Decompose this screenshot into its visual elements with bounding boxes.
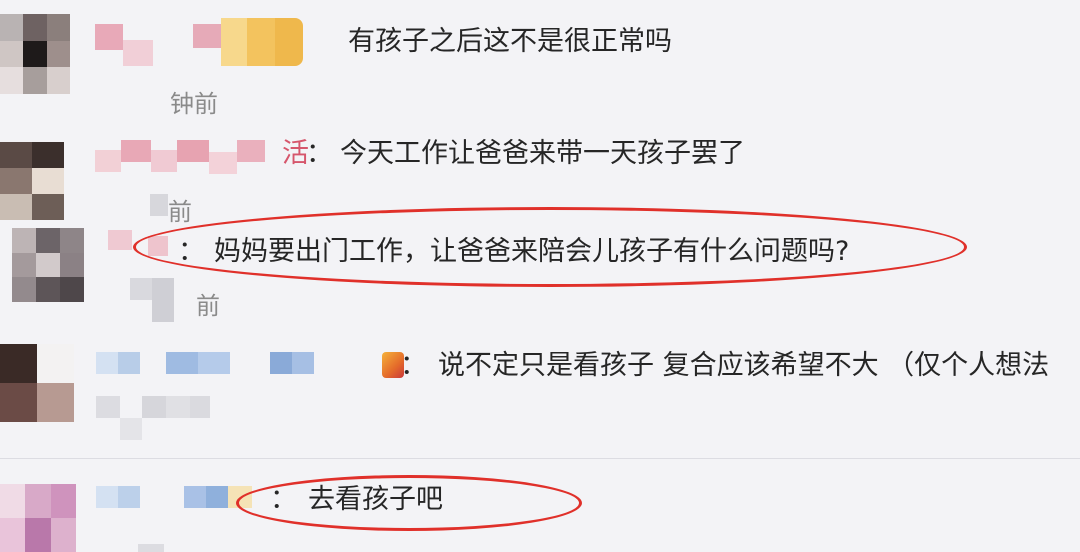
avatar[interactable]: [0, 344, 74, 422]
username[interactable]: [95, 18, 303, 66]
timestamp-blur: [130, 278, 174, 322]
comment-2: 活 ： 今天工作让爸爸来带一天孩子罢了 前: [0, 120, 1080, 226]
comment-1: 有孩子之后这不是很正常吗 钟前: [0, 0, 1080, 120]
username[interactable]: [96, 352, 314, 374]
comment-text: 有孩子之后这不是很正常吗: [348, 26, 672, 57]
comment-5: ： 去看孩子吧: [0, 460, 1080, 552]
timestamp-blur: [96, 396, 210, 440]
comment-3: ： 妈妈要出门工作，让爸爸来陪会儿孩子有什么问题吗? 前: [0, 220, 1080, 330]
timestamp-blur: [138, 544, 164, 552]
separator: ：: [178, 236, 205, 267]
comment-text: 说不定只是看孩子 复合应该希望不大 （仅个人想法: [438, 350, 1050, 381]
avatar[interactable]: [0, 484, 76, 552]
timestamp: 钟前: [170, 90, 218, 118]
username-visible[interactable]: 活: [282, 136, 309, 172]
comment-text: 去看孩子吧: [308, 484, 443, 515]
avatar[interactable]: [0, 142, 64, 220]
comment-text: 今天工作让爸爸来带一天孩子罢了: [340, 138, 745, 169]
avatar[interactable]: [12, 228, 84, 302]
username[interactable]: [96, 486, 252, 508]
timestamp-blur: [150, 194, 168, 216]
username[interactable]: [95, 140, 265, 180]
comment-text: 妈妈要出门工作，让爸爸来陪会儿孩子有什么问题吗?: [214, 236, 850, 267]
separator: ：: [270, 484, 297, 515]
username[interactable]: [108, 230, 168, 256]
comment-4: ： 说不定只是看孩子 复合应该希望不大 （仅个人想法: [0, 330, 1080, 456]
separator: ：: [400, 350, 427, 381]
avatar[interactable]: [0, 14, 70, 94]
timestamp: 前: [196, 292, 220, 320]
divider: [0, 458, 1080, 459]
separator: ：: [306, 138, 333, 169]
